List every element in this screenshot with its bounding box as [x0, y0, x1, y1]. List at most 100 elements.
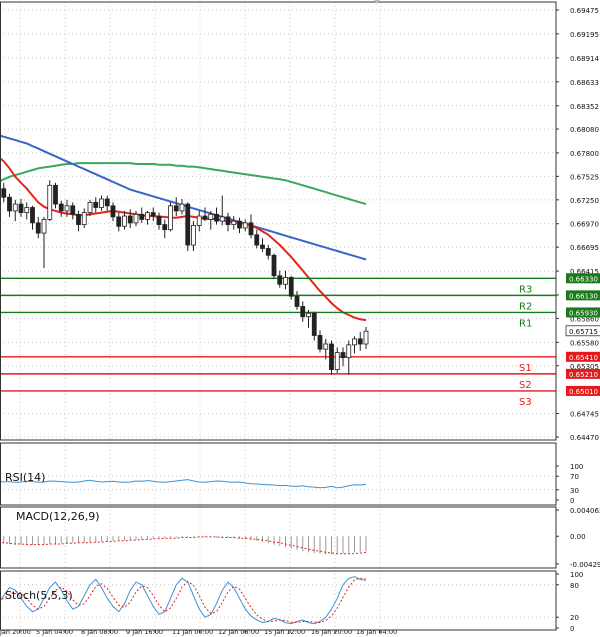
candle-body: [100, 199, 104, 208]
price-tick-label: 0.64470: [570, 434, 599, 442]
price-tick-label: 0.67800: [570, 150, 599, 158]
candle-body: [82, 213, 86, 225]
candle-body: [48, 185, 52, 219]
rsi-tick-label: 0: [570, 497, 574, 505]
candle-body: [163, 225, 167, 230]
candle-body: [238, 221, 242, 228]
level-label-r2: R2: [519, 301, 532, 312]
candle-body: [123, 216, 127, 226]
candle-body: [105, 199, 109, 206]
candle: [48, 180, 52, 221]
candle-body: [353, 339, 357, 345]
candle-body: [226, 217, 230, 225]
level-price-tag-text-r1: 0.65930: [569, 309, 598, 317]
macd-tick-label: 0.004062: [570, 507, 600, 515]
candle: [272, 254, 276, 280]
candle-body: [140, 214, 144, 219]
candle-body: [71, 206, 75, 215]
price-tick-label: 0.68352: [570, 103, 599, 111]
level-price-tag-text-s1: 0.65410: [569, 354, 598, 362]
candle-body: [255, 235, 259, 245]
level-label-s1: S1: [519, 363, 532, 374]
price-tick-label: 0.69475: [570, 7, 599, 15]
macd-tick-label: 0.00: [570, 533, 586, 541]
price-tick-label: 0.66970: [570, 221, 599, 229]
candle-body: [13, 204, 17, 211]
level-label-s3: S3: [519, 397, 532, 408]
macd-label: MACD(12,26,9): [16, 510, 100, 523]
candle: [186, 202, 190, 251]
time-tick-label: 16 Jan 20:00: [311, 628, 352, 636]
level-price-tag-text-r2: 0.66130: [569, 292, 598, 300]
stoch-tick-label: 80: [570, 582, 579, 590]
candle-body: [128, 216, 132, 223]
candle-body: [203, 216, 207, 219]
candle-body: [59, 204, 63, 211]
level-label-s2: S2: [519, 380, 532, 391]
candle-body: [266, 248, 270, 255]
candle-body: [215, 214, 219, 221]
time-tick-label: 11 Jan 00:00: [172, 628, 213, 636]
current-price-tag: 0.65715: [566, 326, 600, 336]
candle-body: [312, 313, 316, 335]
candle-body: [307, 313, 311, 316]
time-tick-label: 18 Jan 04:00: [356, 628, 397, 636]
candle-body: [54, 185, 58, 204]
candle-body: [134, 214, 138, 223]
candle-body: [174, 206, 178, 211]
candle-body: [324, 344, 328, 349]
candle-body: [151, 213, 155, 216]
candle: [169, 202, 173, 231]
candle-body: [318, 335, 322, 349]
candle-body: [364, 331, 368, 344]
candle-body: [146, 213, 150, 220]
rsi-tick-label: 70: [570, 473, 579, 481]
candle-body: [341, 353, 345, 358]
candle-body: [278, 276, 282, 285]
candle-body: [249, 223, 253, 235]
level-price-tag-text-r3: 0.66330: [569, 275, 598, 283]
candle-body: [186, 204, 190, 245]
candle-body: [111, 206, 115, 217]
stoch-tick-label: 100: [570, 571, 583, 579]
candle-body: [335, 353, 339, 370]
candle-body: [284, 277, 288, 284]
candle: [330, 341, 334, 375]
candle-body: [8, 197, 12, 211]
candle-body: [65, 206, 69, 211]
candle-body: [88, 202, 92, 212]
time-tick-label: 12 Jan 08:00: [218, 628, 259, 636]
level-label-r3: R3: [519, 284, 532, 295]
price-tick-label: 0.68914: [570, 55, 599, 63]
candle-body: [2, 189, 6, 198]
rsi-tick-label: 100: [570, 463, 583, 471]
candle-body: [272, 255, 276, 275]
candle-body: [330, 344, 334, 370]
stoch-tick-label: 0: [570, 625, 574, 633]
candle-body: [180, 204, 184, 211]
price-tick-label: 0.68633: [570, 79, 599, 87]
time-tick-label: 8 Jan 08:00: [81, 628, 118, 636]
candle-body: [77, 214, 81, 224]
level-price-tag-text-s2: 0.65210: [569, 371, 598, 379]
candle-body: [295, 296, 299, 306]
candle-body: [261, 245, 265, 248]
macd-tick-label: -0.004297: [570, 561, 600, 569]
candle-body: [117, 217, 121, 226]
price-tick-label: 0.67525: [570, 173, 599, 181]
candle-body: [220, 217, 224, 221]
candle-body: [232, 221, 236, 224]
price-tick-label: 0.64745: [570, 411, 599, 419]
candle-body: [192, 225, 196, 245]
candle-body: [42, 219, 46, 233]
candle-body: [25, 208, 29, 213]
time-tick-label: 5 Jan 04:00: [36, 628, 73, 636]
price-tick-label: 0.67250: [570, 197, 599, 205]
candle-body: [209, 214, 213, 219]
candle-body: [36, 223, 40, 233]
candle-body: [169, 206, 173, 230]
time-tick-label: 9 Jan 16:00: [126, 628, 163, 636]
level-label-r1: R1: [519, 318, 532, 329]
price-tick-label: 0.66695: [570, 244, 599, 252]
time-tick-label: Jan 20:00: [0, 628, 31, 636]
